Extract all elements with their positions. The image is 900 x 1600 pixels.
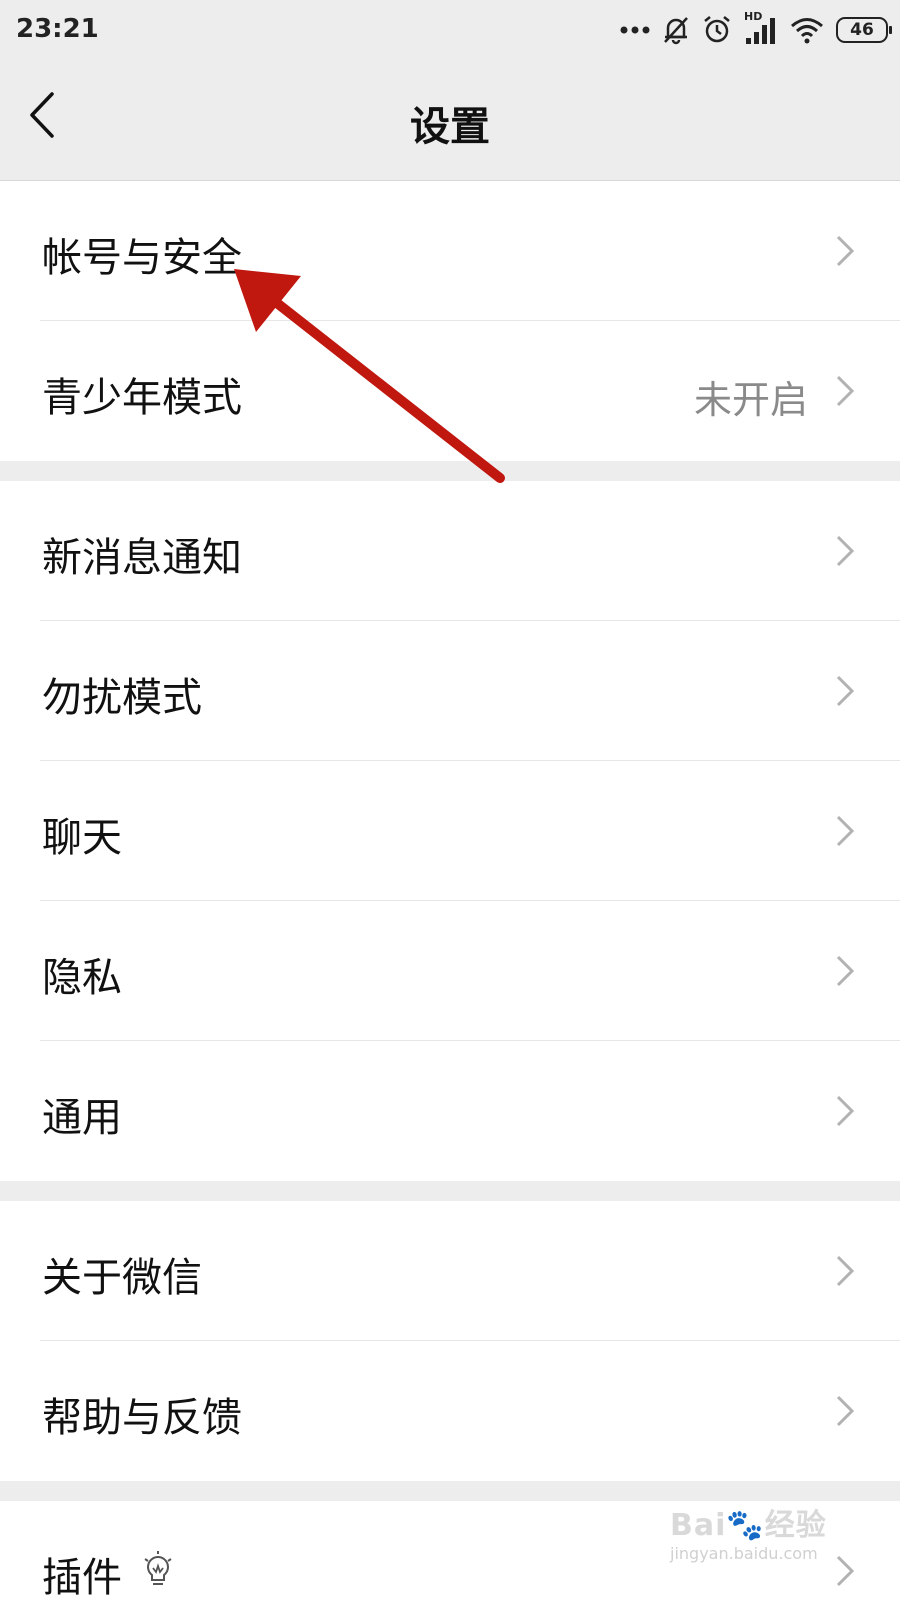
teen-mode-status: 未开启: [693, 378, 808, 422]
chevron-right-icon: [836, 1255, 855, 1287]
chevron-right-icon: [836, 675, 855, 707]
battery-level: 46: [850, 20, 874, 40]
settings-item-label: 新消息通知: [42, 535, 242, 581]
settings-item-chat[interactable]: 聊天: [0, 761, 900, 901]
settings-group-general: 新消息通知 勿扰模式 聊天 隐私 通用: [0, 481, 900, 1181]
chevron-right-icon: [836, 815, 855, 847]
settings-item-label: 插件: [42, 1555, 122, 1600]
settings-item-help-feedback[interactable]: 帮助与反馈: [0, 1341, 900, 1481]
settings-item-new-message-notify[interactable]: 新消息通知: [0, 481, 900, 621]
settings-item-label: 青少年模式: [42, 375, 242, 421]
nav-bar: 设置: [0, 60, 900, 181]
cellular-signal-icon: HD: [744, 10, 778, 46]
page-title: 设置: [410, 104, 490, 150]
watermark-url: jingyan.baidu.com: [670, 1544, 818, 1563]
settings-item-label: 隐私: [42, 955, 122, 1001]
settings-item-label: 通用: [42, 1095, 122, 1141]
settings-item-do-not-disturb[interactable]: 勿扰模式: [0, 621, 900, 761]
wifi-icon: [791, 18, 823, 44]
settings-item-teen-mode[interactable]: 青少年模式 未开启: [0, 321, 900, 461]
settings-item-label: 关于微信: [42, 1255, 202, 1301]
settings-item-account-security[interactable]: 帐号与安全: [0, 181, 900, 321]
chevron-right-icon: [836, 955, 855, 987]
settings-item-general[interactable]: 通用: [0, 1041, 900, 1181]
more-dots-icon: [620, 26, 650, 34]
settings-item-about-wechat[interactable]: 关于微信: [0, 1201, 900, 1341]
settings-group-about: 关于微信 帮助与反馈: [0, 1201, 900, 1481]
settings-item-label: 聊天: [42, 815, 122, 861]
baidu-jingyan-watermark: Bai🐾经验 jingyan.baidu.com: [670, 1500, 840, 1590]
watermark-logo: Bai🐾经验: [670, 1508, 827, 1543]
lightbulb-icon: [144, 1551, 172, 1585]
alarm-icon: [704, 16, 730, 43]
settings-item-label: 帮助与反馈: [42, 1395, 242, 1441]
settings-item-label: 勿扰模式: [42, 675, 202, 721]
settings-item-privacy[interactable]: 隐私: [0, 901, 900, 1041]
settings-group-account: 帐号与安全 青少年模式 未开启: [0, 181, 900, 461]
status-time: 23:21: [16, 14, 99, 44]
status-icons: HD 46: [620, 10, 892, 48]
status-bar: 23:21 HD 46: [0, 0, 900, 60]
chevron-right-icon: [836, 1095, 855, 1127]
chevron-right-icon: [836, 235, 855, 267]
battery-icon: 46: [836, 17, 892, 43]
chevron-right-icon: [836, 1395, 855, 1427]
chevron-right-icon: [836, 535, 855, 567]
settings-item-label: 帐号与安全: [42, 235, 242, 281]
bell-off-icon: [664, 17, 688, 45]
chevron-right-icon: [836, 375, 855, 407]
